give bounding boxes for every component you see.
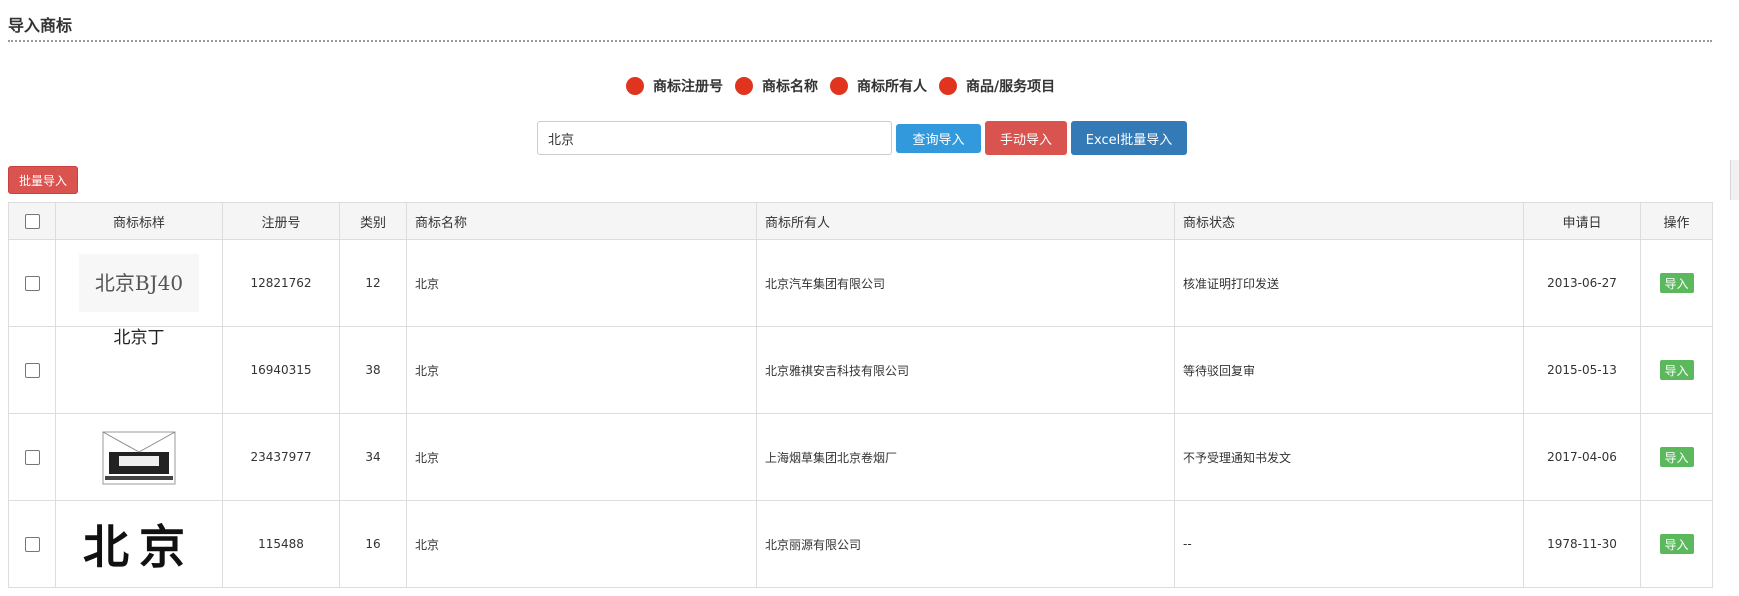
row-import-button[interactable]: 导入 (1659, 273, 1694, 293)
excel-batch-import-button[interactable]: Excel批量导入 (1071, 121, 1187, 155)
scrollbar-handle[interactable] (1730, 160, 1739, 200)
option-label: 商标名称 (762, 79, 818, 95)
option-trademark-name[interactable]: 商标名称 (735, 76, 818, 96)
row-checkbox[interactable] (24, 362, 40, 378)
manual-import-button[interactable]: 手动导入 (985, 121, 1067, 155)
option-label: 商品/服务项目 (966, 79, 1056, 95)
cell-class: 16 (339, 500, 407, 588)
cell-status: 不予受理通知书发文 (1174, 413, 1524, 501)
search-type-options: 商标注册号 商标名称 商标所有人 商品/服务项目 (626, 76, 1067, 96)
table-row: 北京BJ40 12821762 12 北京 北京汽车集团有限公司 核准证明打印发… (8, 239, 1713, 327)
cell-reg-no: 16940315 (222, 326, 340, 414)
search-input[interactable] (537, 121, 892, 155)
query-import-button[interactable]: 查询导入 (896, 123, 981, 153)
cell-reg-no: 23437977 (222, 413, 340, 501)
cell-name: 北京 (406, 413, 757, 501)
row-checkbox[interactable] (24, 536, 40, 552)
cell-class: 34 (339, 413, 407, 501)
col-action: 操作 (1640, 202, 1713, 240)
trademark-image: 北京BJ40 (79, 254, 199, 312)
col-name: 商标名称 (406, 202, 757, 240)
trademark-image-text: 北京丁 (114, 328, 165, 348)
radio-dot-icon[interactable] (626, 77, 644, 95)
row-checkbox[interactable] (24, 275, 40, 291)
trademark-image-text: 北京 (83, 520, 195, 574)
table-header-row: 商标标样 注册号 类别 商标名称 商标所有人 商标状态 申请日 操作 (8, 202, 1713, 240)
table-row: 北京 115488 16 北京 北京丽源有限公司 -- 1978-11-30 导… (8, 500, 1713, 588)
option-label: 商标注册号 (653, 79, 723, 95)
trademark-image: 北京 (83, 520, 195, 574)
cell-apply-date: 2017-04-06 (1523, 413, 1641, 501)
col-owner: 商标所有人 (756, 202, 1175, 240)
col-reg-no: 注册号 (222, 202, 340, 240)
cell-name: 北京 (406, 500, 757, 588)
page-title: 导入商标 (8, 16, 73, 35)
table-row: 23437977 34 北京 上海烟草集团北京卷烟厂 不予受理通知书发文 201… (8, 413, 1713, 501)
row-import-button[interactable]: 导入 (1659, 447, 1694, 467)
row-import-button[interactable]: 导入 (1659, 534, 1694, 554)
option-owner[interactable]: 商标所有人 (830, 76, 927, 96)
option-goods-services[interactable]: 商品/服务项目 (939, 76, 1055, 96)
select-all-checkbox[interactable] (24, 213, 40, 229)
cell-apply-date: 2013-06-27 (1523, 239, 1641, 327)
cell-class: 12 (339, 239, 407, 327)
trademark-image-text: 北京BJ40 (95, 271, 183, 295)
cell-apply-date: 1978-11-30 (1523, 500, 1641, 588)
trademark-image (102, 431, 176, 485)
trademark-table: 商标标样 注册号 类别 商标名称 商标所有人 商标状态 申请日 操作 北京BJ4… (8, 202, 1713, 588)
col-class: 类别 (339, 202, 407, 240)
col-apply-date: 申请日 (1523, 202, 1641, 240)
select-all-cell (8, 202, 56, 240)
cell-class: 38 (339, 326, 407, 414)
cell-name: 北京 (406, 239, 757, 327)
cell-name: 北京 (406, 326, 757, 414)
option-reg-no[interactable]: 商标注册号 (626, 76, 723, 96)
radio-dot-icon[interactable] (830, 77, 848, 95)
batch-import-button[interactable]: 批量导入 (8, 166, 78, 194)
cell-status: 等待驳回复审 (1174, 326, 1524, 414)
trademark-image: 北京丁 (114, 328, 165, 348)
cell-reg-no: 12821762 (222, 239, 340, 327)
row-import-button[interactable]: 导入 (1659, 360, 1694, 380)
cell-status: -- (1174, 500, 1524, 588)
col-status: 商标状态 (1174, 202, 1524, 240)
cell-status: 核准证明打印发送 (1174, 239, 1524, 327)
cell-reg-no: 115488 (222, 500, 340, 588)
cell-owner: 上海烟草集团北京卷烟厂 (756, 413, 1175, 501)
row-checkbox[interactable] (24, 449, 40, 465)
cell-owner: 北京汽车集团有限公司 (756, 239, 1175, 327)
cell-owner: 北京丽源有限公司 (756, 500, 1175, 588)
col-sample: 商标标样 (55, 202, 223, 240)
search-bar: 查询导入 手动导入 Excel批量导入 (537, 121, 1187, 155)
table-row: 北京丁 16940315 38 北京 北京雅祺安吉科技有限公司 等待驳回复审 2… (8, 326, 1713, 414)
option-label: 商标所有人 (857, 79, 927, 95)
radio-dot-icon[interactable] (939, 77, 957, 95)
radio-dot-icon[interactable] (735, 77, 753, 95)
cell-apply-date: 2015-05-13 (1523, 326, 1641, 414)
cell-owner: 北京雅祺安吉科技有限公司 (756, 326, 1175, 414)
title-divider (8, 40, 1712, 42)
